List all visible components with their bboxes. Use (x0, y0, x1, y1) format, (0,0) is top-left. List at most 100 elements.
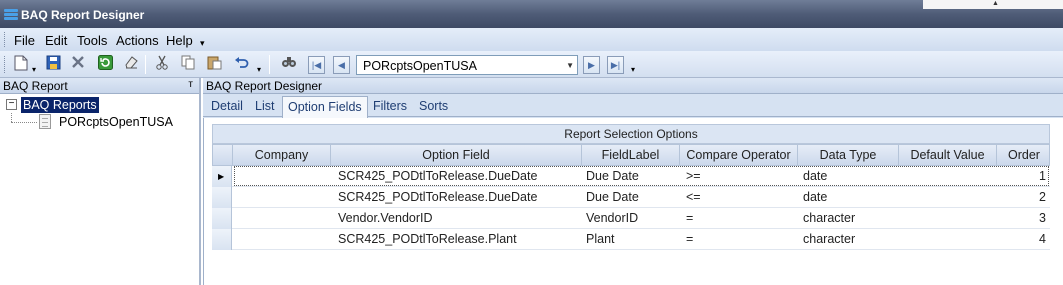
right-pane: BAQ Report Designer Detail List Option F… (203, 78, 1063, 285)
grid-group-header: Report Selection Options (212, 124, 1050, 144)
left-pane-title: BAQ Report (3, 79, 68, 93)
menu-bar: File Edit Tools Actions Help ▾ (0, 28, 1063, 51)
grid-header-row: Company Option Field FieldLabel Compare … (212, 144, 1050, 166)
toolbar-overflow-icon[interactable]: ▾ (631, 65, 635, 74)
tab-list[interactable]: List (255, 99, 274, 113)
left-pane: BAQ Report т − BAQ Reports PORcptsOpenTU… (0, 78, 201, 285)
table-row[interactable]: SCR425_PODtlToRelease.Plant Plant = char… (212, 229, 1050, 250)
clear-icon[interactable] (121, 55, 141, 74)
column-header-company[interactable]: Company (233, 145, 331, 166)
tab-filters[interactable]: Filters (373, 99, 407, 113)
cell-option-field[interactable]: SCR425_PODtlToRelease.Plant (338, 232, 517, 246)
pin-icon[interactable]: т (188, 79, 193, 90)
new-icon[interactable] (11, 55, 31, 74)
toolbar-separator (269, 55, 270, 74)
column-header-option-field[interactable]: Option Field (331, 145, 582, 166)
cell-data-type[interactable]: character (803, 232, 855, 246)
tree-root-label[interactable]: BAQ Reports (21, 97, 99, 113)
row-selector[interactable] (212, 229, 232, 250)
toolbar: ▾ ▾ |◀ ◀ PORcptsOpenTUSA ▼ ▶ ▶| ▾ (0, 51, 1063, 78)
cell-field-label[interactable]: Plant (586, 232, 615, 246)
right-pane-header: BAQ Report Designer (203, 78, 1063, 94)
first-record-button[interactable]: |◀ (308, 56, 325, 74)
tab-detail[interactable]: Detail (211, 99, 243, 113)
tree-connector (11, 113, 12, 122)
column-header-compare-operator[interactable]: Compare Operator (680, 145, 798, 166)
cell-order[interactable]: 4 (1039, 232, 1046, 246)
column-header-default-value[interactable]: Default Value (899, 145, 997, 166)
paste-icon[interactable] (204, 55, 224, 74)
left-pane-header: BAQ Report т (0, 78, 199, 94)
column-header-data-type[interactable]: Data Type (798, 145, 899, 166)
strip-glyph-icon: ▲ (992, 0, 999, 7)
tab-sorts[interactable]: Sorts (419, 99, 448, 113)
tree-connector (11, 122, 37, 123)
column-header-field-label[interactable]: FieldLabel (582, 145, 680, 166)
next-record-button[interactable]: ▶ (583, 56, 600, 74)
next-record-icon: ▶ (588, 60, 595, 70)
cell-compare-operator[interactable]: = (686, 211, 693, 225)
copy-icon[interactable] (178, 55, 198, 74)
current-row-icon: ▶ (218, 172, 225, 181)
tab-option-fields[interactable]: Option Fields (282, 96, 368, 118)
previous-record-icon: ◀ (338, 60, 345, 70)
menu-actions[interactable]: Actions (116, 33, 159, 48)
tab-strip: Detail List Option Fields Filters Sorts (203, 95, 1063, 118)
row-selector[interactable] (212, 187, 232, 208)
menu-help[interactable]: Help (166, 33, 193, 48)
app-icon (4, 9, 18, 21)
first-record-icon: |◀ (311, 60, 322, 70)
cell-compare-operator[interactable]: <= (686, 190, 701, 204)
new-dropdown-icon[interactable]: ▾ (32, 65, 36, 74)
document-icon (39, 114, 51, 129)
column-header-order[interactable]: Order (997, 145, 1051, 166)
cell-order[interactable]: 3 (1039, 211, 1046, 225)
toolbar-grip-icon[interactable] (4, 56, 7, 73)
toolbar-separator (145, 55, 146, 74)
menu-tools[interactable]: Tools (77, 33, 107, 48)
last-record-icon: ▶| (610, 60, 621, 70)
cell-option-field[interactable]: Vendor.VendorID (338, 211, 433, 225)
cell-compare-operator[interactable]: = (686, 232, 693, 246)
table-row[interactable]: SCR425_PODtlToRelease.DueDate Due Date <… (212, 187, 1050, 208)
right-pane-title: BAQ Report Designer (206, 79, 323, 93)
cell-field-label[interactable]: Due Date (586, 169, 639, 183)
previous-record-button[interactable]: ◀ (333, 56, 350, 74)
save-icon[interactable] (43, 55, 63, 74)
menubar-overflow-icon[interactable]: ▾ (200, 38, 205, 49)
undo-icon[interactable] (231, 55, 251, 74)
undo-dropdown-icon[interactable]: ▾ (257, 65, 261, 74)
cell-field-label[interactable]: Due Date (586, 190, 639, 204)
search-icon[interactable] (279, 55, 299, 74)
refresh-icon[interactable] (95, 55, 115, 74)
option-fields-panel: Report Selection Options Company Option … (203, 118, 1063, 285)
title-bar: BAQ Report Designer ▲ (0, 0, 1063, 28)
menu-file[interactable]: File (14, 33, 35, 48)
last-record-button[interactable]: ▶| (607, 56, 624, 74)
table-row[interactable]: ▶ SCR425_PODtlToRelease.DueDate Due Date… (212, 166, 1050, 187)
cell-field-label[interactable]: VendorID (586, 211, 638, 225)
cell-data-type[interactable]: date (803, 169, 827, 183)
cut-icon[interactable] (152, 55, 172, 74)
cell-data-type[interactable]: date (803, 190, 827, 204)
table-row[interactable]: Vendor.VendorID VendorID = character 3 (212, 208, 1050, 229)
chevron-down-icon[interactable]: ▼ (566, 61, 574, 70)
menu-edit[interactable]: Edit (45, 33, 67, 48)
record-selector[interactable]: PORcptsOpenTUSA ▼ (356, 55, 578, 75)
tree-child-label[interactable]: PORcptsOpenTUSA (59, 115, 173, 129)
menubar-grip-icon[interactable] (4, 32, 7, 47)
window-title: BAQ Report Designer (21, 8, 145, 22)
cell-order[interactable]: 2 (1039, 190, 1046, 204)
cell-data-type[interactable]: character (803, 211, 855, 225)
cell-order[interactable]: 1 (1039, 169, 1046, 183)
cell-option-field[interactable]: SCR425_PODtlToRelease.DueDate (338, 169, 537, 183)
row-selector-header (213, 145, 233, 166)
row-selector[interactable] (212, 208, 232, 229)
top-strip: ▲ (923, 0, 1063, 9)
cell-compare-operator[interactable]: >= (686, 169, 701, 183)
delete-icon[interactable] (68, 55, 88, 74)
record-selector-value: PORcptsOpenTUSA (363, 59, 477, 73)
row-selector[interactable]: ▶ (212, 166, 232, 187)
collapse-icon[interactable]: − (6, 99, 17, 110)
cell-option-field[interactable]: SCR425_PODtlToRelease.DueDate (338, 190, 537, 204)
